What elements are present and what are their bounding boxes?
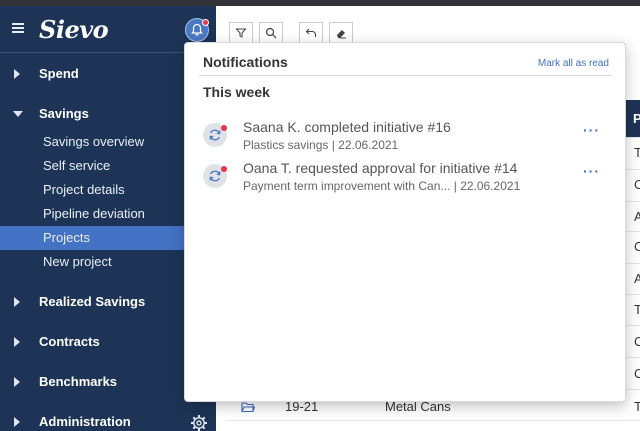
caret-right-icon xyxy=(14,297,20,307)
undo-icon xyxy=(305,28,317,37)
caret-right-icon xyxy=(14,417,20,427)
group-title: This week xyxy=(203,84,270,100)
table-cell: C xyxy=(634,334,640,349)
sidebar-item-label: Savings overview xyxy=(43,134,145,149)
notification-title: Saana K. completed initiative #16 xyxy=(243,119,451,135)
sidebar-section-label: Savings xyxy=(39,106,89,121)
filter-icon xyxy=(235,28,247,38)
settings-gear-icon[interactable] xyxy=(190,414,208,431)
sidebar-section-label: Contracts xyxy=(39,334,100,349)
notifications-bell-icon[interactable] xyxy=(185,18,209,42)
table-column-header: P xyxy=(633,111,640,126)
notifications-popover: Notifications Mark all as read This week… xyxy=(184,42,626,402)
table-cell: A xyxy=(634,271,640,286)
row-divider xyxy=(226,420,640,421)
eraser-button[interactable] xyxy=(329,22,353,44)
sync-icon xyxy=(203,164,227,188)
unread-dot xyxy=(221,125,227,131)
undo-button[interactable] xyxy=(299,22,323,44)
sidebar-section-administration[interactable]: Administration xyxy=(0,411,216,431)
table-cell: T xyxy=(634,302,640,317)
sidebar-section-label: Realized Savings xyxy=(39,294,146,309)
caret-down-icon xyxy=(13,111,23,117)
notification-item[interactable]: Saana K. completed initiative #16 Plasti… xyxy=(199,116,609,158)
logo: Sievo xyxy=(39,15,109,44)
search-icon xyxy=(265,27,277,39)
unread-dot xyxy=(221,166,227,172)
more-options-icon[interactable]: ··· xyxy=(583,122,600,138)
mark-all-read-link[interactable]: Mark all as read xyxy=(538,58,609,69)
notification-badge xyxy=(202,19,209,26)
divider xyxy=(199,75,613,76)
sidebar-section-label: Spend xyxy=(39,66,79,81)
sidebar-item-label: New project xyxy=(43,254,112,269)
sidebar-item-label: Pipeline deviation xyxy=(43,206,145,221)
sidebar-item-label: Projects xyxy=(43,230,90,245)
notification-subtitle: Payment term improvement with Can... | 2… xyxy=(243,179,521,193)
caret-right-icon xyxy=(14,377,20,387)
table-cell: T xyxy=(634,399,640,414)
sidebar-section-label: Benchmarks xyxy=(39,374,118,389)
filter-button[interactable] xyxy=(229,22,253,44)
sync-icon xyxy=(203,123,227,147)
notification-item[interactable]: Oana T. requested approval for initiativ… xyxy=(199,157,609,199)
sidebar-item-label: Self service xyxy=(43,158,111,173)
sidebar-section-label: Administration xyxy=(39,414,131,429)
sidebar-item-label: Project details xyxy=(43,182,125,197)
table-cell: A xyxy=(634,209,640,224)
table-cell: C xyxy=(634,177,640,192)
menu-icon[interactable] xyxy=(12,23,24,33)
popover-title: Notifications xyxy=(203,54,288,70)
table-cell: T xyxy=(634,145,640,160)
table-cell: C xyxy=(634,239,640,254)
caret-right-icon xyxy=(14,337,20,347)
bell-icon xyxy=(191,23,203,36)
folder-icon[interactable] xyxy=(241,401,255,413)
top-strip xyxy=(0,0,640,6)
search-button[interactable] xyxy=(259,22,283,44)
notification-subtitle: Plastics savings | 22.06.2021 xyxy=(243,138,399,152)
table-cell: C xyxy=(634,366,640,381)
more-options-icon[interactable]: ··· xyxy=(583,163,600,179)
notification-title: Oana T. requested approval for initiativ… xyxy=(243,160,518,176)
caret-right-icon xyxy=(14,69,20,79)
eraser-icon xyxy=(337,30,346,39)
